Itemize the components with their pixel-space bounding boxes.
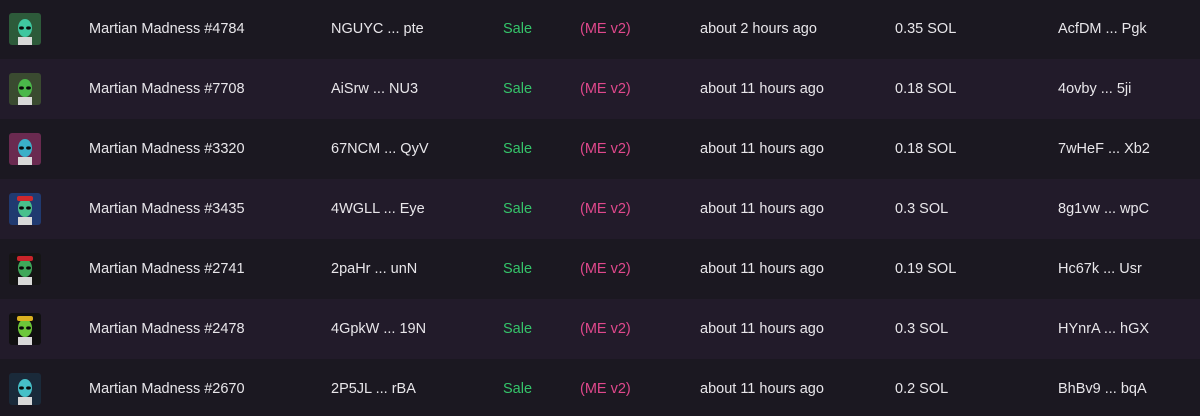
- table-row[interactable]: Martian Madness #2670 2P5JL ... rBA Sale (M…: [0, 359, 1200, 416]
- mint-address-link[interactable]: 4GpkW ... 19N: [331, 299, 426, 359]
- buyer-address-link[interactable]: 7wHeF ... Xb2: [1058, 119, 1150, 179]
- table-row[interactable]: Martian Madness #2741 2paHr ... unN Sale (M…: [0, 239, 1200, 299]
- mint-address-link[interactable]: AiSrw ... NU3: [331, 59, 418, 119]
- table-row[interactable]: Martian Madness #2478 4GpkW ... 19N Sale (M…: [0, 299, 1200, 359]
- table-row[interactable]: Martian Madness #4784 NGUYC ... pte Sale (M…: [0, 0, 1200, 59]
- timestamp: about 11 hours ago: [700, 141, 824, 157]
- buyer-address-link[interactable]: 4ovby ... 5ji: [1058, 59, 1131, 119]
- mint-address-link[interactable]: 4WGLL ... Eye: [331, 179, 425, 239]
- alien-avatar-icon: [9, 73, 41, 105]
- transaction-type: Sale: [503, 381, 533, 397]
- timestamp: about 2 hours ago: [700, 21, 817, 37]
- alien-avatar-icon: [9, 253, 41, 285]
- nft-name[interactable]: Martian Madness #3320: [89, 119, 245, 179]
- sale-price: 0.3 SOL: [895, 321, 949, 337]
- nft-name[interactable]: Martian Madness #2478: [89, 299, 245, 359]
- buyer-address-link[interactable]: AcfDM ... Pgk: [1058, 0, 1147, 59]
- mint-address-link[interactable]: 2P5JL ... rBA: [331, 359, 416, 416]
- nft-thumbnail[interactable]: [9, 253, 41, 285]
- timestamp: about 11 hours ago: [700, 261, 824, 277]
- mint-address-link[interactable]: NGUYC ... pte: [331, 0, 424, 59]
- mint-address-link[interactable]: 67NCM ... QyV: [331, 119, 429, 179]
- table-row[interactable]: Martian Madness #3320 67NCM ... QyV Sale (M…: [0, 119, 1200, 179]
- buyer-address-link[interactable]: Hc67k ... Usr: [1058, 239, 1142, 299]
- marketplace-label: (ME v2): [580, 81, 631, 97]
- nft-thumbnail[interactable]: [9, 313, 41, 345]
- alien-avatar-icon: [9, 193, 41, 225]
- sale-price: 0.2 SOL: [895, 381, 949, 397]
- transaction-type: Sale: [503, 21, 533, 37]
- marketplace-label: (ME v2): [580, 381, 631, 397]
- table-row[interactable]: Martian Madness #3435 4WGLL ... Eye Sale (M…: [0, 179, 1200, 239]
- buyer-address-link[interactable]: HYnrA ... hGX: [1058, 299, 1149, 359]
- buyer-address-link[interactable]: BhBv9 ... bqA: [1058, 359, 1147, 416]
- alien-avatar-icon: [9, 313, 41, 345]
- sales-activity-table: Martian Madness #4784 NGUYC ... pte Sale (M…: [0, 0, 1200, 416]
- timestamp: about 11 hours ago: [700, 321, 824, 337]
- transaction-type: Sale: [503, 81, 533, 97]
- nft-name[interactable]: Martian Madness #4784: [89, 0, 245, 59]
- transaction-type: Sale: [503, 141, 533, 157]
- nft-thumbnail[interactable]: [9, 193, 41, 225]
- mint-address-link[interactable]: 2paHr ... unN: [331, 239, 417, 299]
- nft-name[interactable]: Martian Madness #2741: [89, 239, 245, 299]
- transaction-type: Sale: [503, 261, 533, 277]
- nft-thumbnail[interactable]: [9, 133, 41, 165]
- sale-price: 0.35 SOL: [895, 21, 957, 37]
- buyer-address-link[interactable]: 8g1vw ... wpC: [1058, 179, 1149, 239]
- marketplace-label: (ME v2): [580, 321, 631, 337]
- timestamp: about 11 hours ago: [700, 81, 824, 97]
- nft-name[interactable]: Martian Madness #7708: [89, 59, 245, 119]
- marketplace-label: (ME v2): [580, 201, 631, 217]
- alien-avatar-icon: [9, 13, 41, 45]
- marketplace-label: (ME v2): [580, 141, 631, 157]
- alien-avatar-icon: [9, 133, 41, 165]
- nft-thumbnail[interactable]: [9, 13, 41, 45]
- sale-price: 0.19 SOL: [895, 261, 957, 277]
- marketplace-label: (ME v2): [580, 261, 631, 277]
- nft-thumbnail[interactable]: [9, 73, 41, 105]
- marketplace-label: (ME v2): [580, 21, 631, 37]
- nft-thumbnail[interactable]: [9, 373, 41, 405]
- nft-name[interactable]: Martian Madness #3435: [89, 179, 245, 239]
- transaction-type: Sale: [503, 321, 533, 337]
- timestamp: about 11 hours ago: [700, 381, 824, 397]
- transaction-type: Sale: [503, 201, 533, 217]
- sale-price: 0.18 SOL: [895, 141, 957, 157]
- timestamp: about 11 hours ago: [700, 201, 824, 217]
- table-row[interactable]: Martian Madness #7708 AiSrw ... NU3 Sale (M…: [0, 59, 1200, 119]
- sale-price: 0.18 SOL: [895, 81, 957, 97]
- alien-avatar-icon: [9, 373, 41, 405]
- sale-price: 0.3 SOL: [895, 201, 949, 217]
- nft-name[interactable]: Martian Madness #2670: [89, 359, 245, 416]
